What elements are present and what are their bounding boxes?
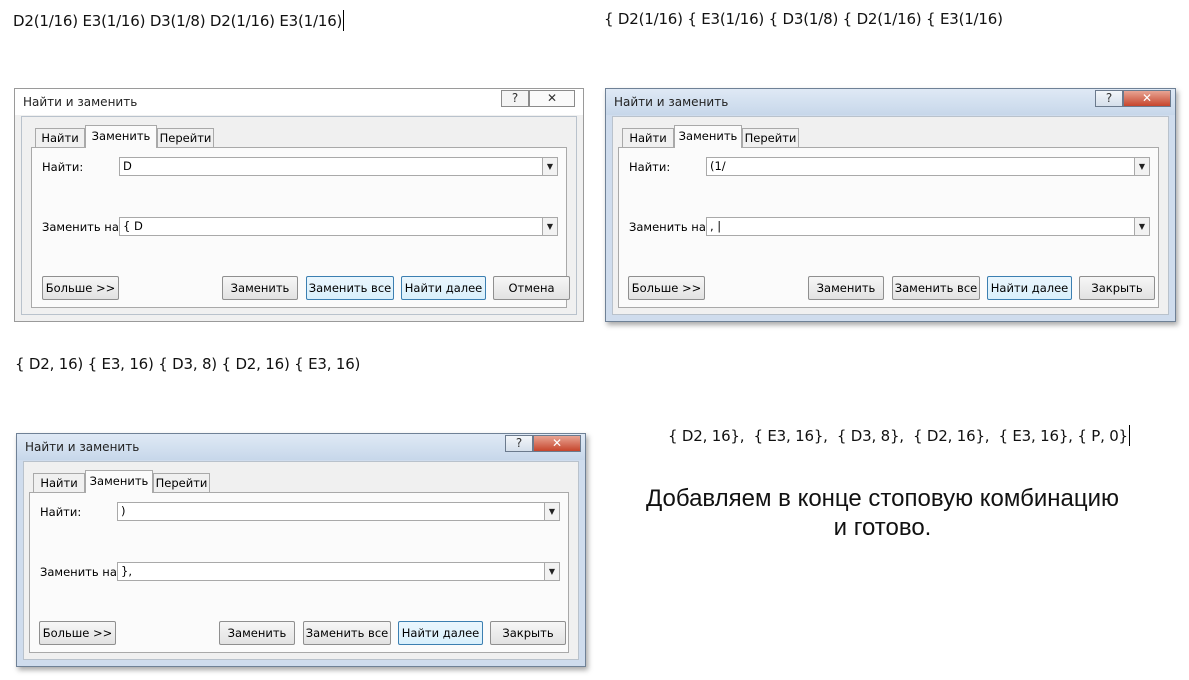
close-button[interactable]: Закрыть bbox=[1079, 276, 1155, 300]
find-label: Найти: bbox=[629, 160, 671, 174]
close-button[interactable]: Закрыть bbox=[490, 621, 566, 645]
find-replace-dialog-1: Найти и заменить ? ✕ Найти Заменить Пере… bbox=[14, 88, 584, 322]
close-icon[interactable]: ✕ bbox=[529, 90, 575, 107]
note-line-1: Добавляем в конце стоповую комбинацию bbox=[646, 485, 1119, 512]
find-replace-dialog-3: Найти и заменить ? ✕ Найти Заменить Пере… bbox=[16, 433, 586, 667]
replace-all-button[interactable]: Заменить все bbox=[306, 276, 394, 300]
chevron-down-icon[interactable]: ▼ bbox=[542, 218, 557, 235]
close-icon[interactable]: ✕ bbox=[1123, 90, 1171, 107]
replace-input[interactable]: }, ▼ bbox=[117, 562, 560, 581]
dialog-title: Найти и заменить bbox=[23, 95, 138, 109]
tab-goto[interactable]: Перейти bbox=[742, 128, 799, 147]
find-input[interactable]: ) ▼ bbox=[117, 502, 560, 521]
replace-label: Заменить на: bbox=[40, 565, 121, 579]
tab-find[interactable]: Найти bbox=[622, 128, 674, 147]
chevron-down-icon[interactable]: ▼ bbox=[544, 563, 559, 580]
find-value: (1/ bbox=[710, 159, 726, 173]
find-next-button[interactable]: Найти далее bbox=[401, 276, 486, 300]
more-button[interactable]: Больше >> bbox=[628, 276, 705, 300]
cancel-button[interactable]: Отмена bbox=[493, 276, 570, 300]
replace-label: Заменить на: bbox=[42, 220, 123, 234]
note-line-2: и готово. bbox=[833, 514, 932, 541]
dialog-body: Найти Заменить Перейти Найти: (1/ ▼ Замен… bbox=[612, 116, 1169, 315]
chevron-down-icon[interactable]: ▼ bbox=[1134, 158, 1149, 175]
find-next-button[interactable]: Найти далее bbox=[398, 621, 483, 645]
help-button[interactable]: ? bbox=[505, 435, 533, 452]
close-icon[interactable]: ✕ bbox=[533, 435, 581, 452]
dialog-title: Найти и заменить bbox=[614, 95, 729, 109]
text-caret bbox=[1128, 425, 1130, 446]
dialog-title: Найти и заменить bbox=[25, 440, 140, 454]
dialog-titlebar: Найти и заменить ? ✕ bbox=[15, 89, 583, 115]
replace-input[interactable]: { D ▼ bbox=[119, 217, 558, 236]
replace-button[interactable]: Заменить bbox=[808, 276, 884, 300]
find-label: Найти: bbox=[42, 160, 84, 174]
text-caret bbox=[343, 10, 345, 31]
chevron-down-icon[interactable]: ▼ bbox=[542, 158, 557, 175]
help-button[interactable]: ? bbox=[1095, 90, 1123, 107]
replace-panel: Найти: D ▼ Заменить на: { D ▼ Больше >> За… bbox=[31, 147, 570, 308]
find-value: D bbox=[123, 159, 132, 173]
replace-panel: Найти: (1/▼ Заменить на: , | ▼ Больше >> … bbox=[618, 147, 1159, 308]
find-label: Найти: bbox=[40, 505, 82, 519]
replace-value: { D bbox=[123, 219, 143, 233]
replace-panel: Найти: ) ▼ Заменить на: }, ▼ Больше >> Зам… bbox=[29, 492, 569, 653]
help-button[interactable]: ? bbox=[501, 90, 529, 107]
tab-replace[interactable]: Заменить bbox=[85, 470, 153, 493]
sequence-line-final: { D2, 16}, { E3, 16}, { D3, 8}, { D2, 16… bbox=[668, 425, 1130, 446]
find-replace-dialog-2: Найти и заменить ? ✕ Найти Заменить Пере… bbox=[605, 88, 1176, 322]
chevron-down-icon[interactable]: ▼ bbox=[544, 503, 559, 520]
tab-find[interactable]: Найти bbox=[35, 128, 85, 147]
replace-value: , | bbox=[710, 219, 722, 233]
dialog-body: Найти Заменить Перейти Найти: D ▼ Заменит… bbox=[21, 116, 577, 315]
sequence-line-original: D2(1/16) E3(1/16) D3(1/8) D2(1/16) E3(1/… bbox=[13, 10, 345, 31]
replace-button[interactable]: Заменить bbox=[219, 621, 295, 645]
tab-replace[interactable]: Заменить bbox=[674, 125, 742, 148]
dialog-titlebar: Найти и заменить ? ✕ bbox=[606, 89, 1175, 115]
dialog-body: Найти Заменить Перейти Найти: ) ▼ Заменит… bbox=[23, 461, 579, 660]
replace-label: Заменить на: bbox=[629, 220, 710, 234]
replace-input[interactable]: , | ▼ bbox=[706, 217, 1150, 236]
find-next-button[interactable]: Найти далее bbox=[987, 276, 1072, 300]
find-value: ) bbox=[121, 504, 126, 518]
replace-value: }, bbox=[121, 564, 132, 578]
replace-all-button[interactable]: Заменить все bbox=[892, 276, 980, 300]
tab-find[interactable]: Найти bbox=[33, 473, 85, 492]
sequence-line-step1: { D2(1/16) { E3(1/16) { D3(1/8) { D2(1/1… bbox=[604, 10, 1003, 28]
instruction-note: Добавляем в конце стоповую комбинацию и … bbox=[600, 484, 1165, 542]
find-input[interactable]: (1/ ▼ bbox=[706, 157, 1150, 176]
tab-replace[interactable]: Заменить bbox=[85, 125, 157, 148]
more-button[interactable]: Больше >> bbox=[42, 276, 119, 300]
tab-goto[interactable]: Перейти bbox=[157, 128, 214, 147]
sequence-line-step2: { D2, 16) { E3, 16) { D3, 8) { D2, 16) {… bbox=[15, 355, 361, 373]
sequence-text: { D2, 16}, { E3, 16}, { D3, 8}, { D2, 16… bbox=[668, 427, 1128, 445]
chevron-down-icon[interactable]: ▼ bbox=[1134, 218, 1149, 235]
sequence-text: D2(1/16) E3(1/16) D3(1/8) D2(1/16) E3(1/… bbox=[13, 12, 343, 30]
replace-button[interactable]: Заменить bbox=[222, 276, 298, 300]
dialog-titlebar: Найти и заменить ? ✕ bbox=[17, 434, 585, 460]
replace-all-button[interactable]: Заменить все bbox=[303, 621, 391, 645]
more-button[interactable]: Больше >> bbox=[39, 621, 116, 645]
tab-goto[interactable]: Перейти bbox=[153, 473, 210, 492]
find-input[interactable]: D ▼ bbox=[119, 157, 558, 176]
